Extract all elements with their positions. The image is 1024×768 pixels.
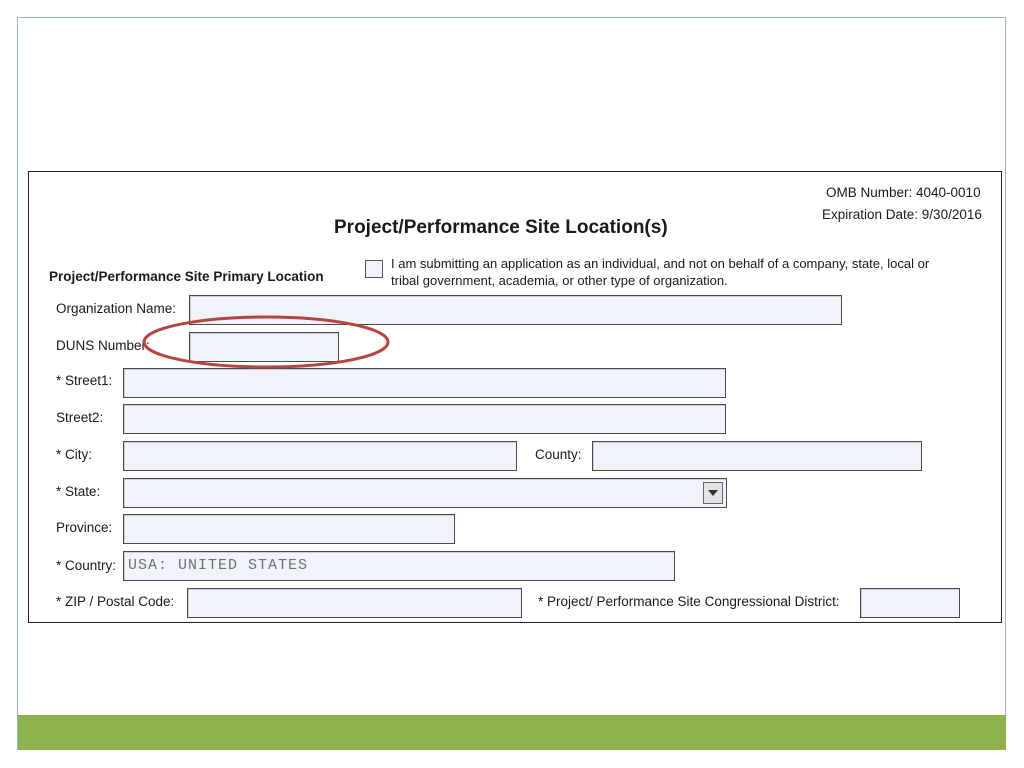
country-value: USA: UNITED STATES xyxy=(128,557,309,574)
zip-label: * ZIP / Postal Code: xyxy=(56,594,175,609)
congressional-district-label: * Project/ Performance Site Congressiona… xyxy=(538,594,840,609)
county-input[interactable] xyxy=(592,441,922,471)
province-label: Province: xyxy=(56,520,113,535)
duns-number-label: DUNS Number: xyxy=(56,338,150,353)
individual-checkbox-label: I am submitting an application as an ind… xyxy=(391,256,930,288)
expiration-date: Expiration Date: 9/30/2016 xyxy=(822,207,982,222)
organization-name-label: Organization Name: xyxy=(56,301,177,316)
duns-number-input[interactable] xyxy=(189,332,339,362)
footer-bar xyxy=(18,715,1006,750)
congressional-district-input[interactable] xyxy=(860,588,960,618)
street2-input[interactable] xyxy=(123,404,726,434)
province-input[interactable] xyxy=(123,514,455,544)
omb-number: OMB Number: 4040-0010 xyxy=(826,185,981,200)
chevron-down-icon xyxy=(708,489,718,496)
state-label: * State: xyxy=(56,484,101,499)
city-label: * City: xyxy=(56,447,93,462)
city-input[interactable] xyxy=(123,441,517,471)
county-label: County: xyxy=(535,447,582,462)
street1-input[interactable] xyxy=(123,368,726,398)
street1-label: * Street1: xyxy=(56,373,113,388)
zip-input[interactable] xyxy=(187,588,522,618)
street2-label: Street2: xyxy=(56,410,104,425)
state-dropdown-button[interactable] xyxy=(703,482,723,504)
state-select[interactable] xyxy=(123,478,727,508)
organization-name-input[interactable] xyxy=(189,295,842,325)
individual-checkbox[interactable] xyxy=(365,260,383,278)
form-title: Project/Performance Site Location(s) xyxy=(334,217,668,238)
section-label: Project/Performance Site Primary Locatio… xyxy=(49,269,324,284)
country-label: * Country: xyxy=(56,558,117,573)
